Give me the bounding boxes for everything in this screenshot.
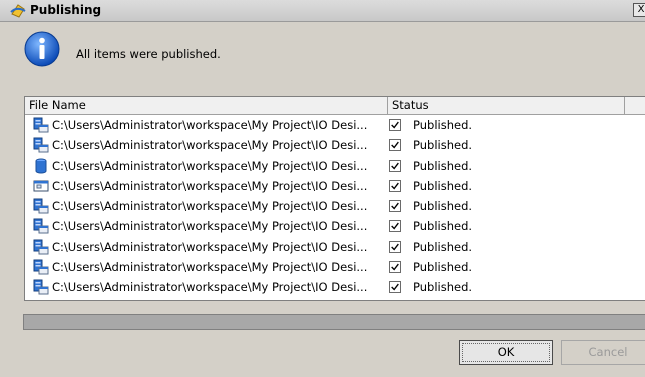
cancel-button: Cancel <box>561 340 645 365</box>
file-name-cell: C:\Users\Administrator\workspace\My Proj… <box>52 178 368 193</box>
published-checkbox <box>389 200 401 213</box>
published-checkbox <box>389 119 401 131</box>
progress-fill <box>24 315 645 329</box>
status-cell: Published. <box>413 219 473 234</box>
file-name-cell: C:\Users\Administrator\workspace\My Proj… <box>52 158 368 173</box>
published-checkbox <box>389 159 401 172</box>
table-row[interactable]: C:\Users\Administrator\workspace\My Proj… <box>25 135 645 155</box>
title-bar: Publishing X <box>0 0 645 22</box>
published-checkbox <box>389 139 401 152</box>
server-component-icon <box>33 279 49 295</box>
file-name-cell: C:\Users\Administrator\workspace\My Proj… <box>52 239 368 254</box>
publishing-dialog: Publishing X All items were published. F… <box>0 0 645 377</box>
published-checkbox <box>389 281 401 294</box>
table-row[interactable]: C:\Users\Administrator\workspace\My Proj… <box>25 115 645 135</box>
published-files-table: File Name Status C:\Users\Administrator\… <box>24 96 645 301</box>
table-row[interactable]: C:\Users\Administrator\workspace\My Proj… <box>25 216 645 236</box>
server-component-icon <box>33 198 49 214</box>
published-checkbox <box>389 179 401 192</box>
column-header-file-name[interactable]: File Name <box>25 97 388 114</box>
table-row[interactable]: C:\Users\Administrator\workspace\My Proj… <box>25 237 645 257</box>
status-cell: Published. <box>413 260 473 275</box>
file-name-cell: C:\Users\Administrator\workspace\My Proj… <box>52 260 368 275</box>
status-cell: Published. <box>413 280 473 295</box>
server-component-icon <box>33 117 49 133</box>
file-name-cell: C:\Users\Administrator\workspace\My Proj… <box>52 219 368 234</box>
table-row[interactable]: C:\Users\Administrator\workspace\My Proj… <box>25 176 645 196</box>
status-cell: Published. <box>413 178 473 193</box>
table-row[interactable]: C:\Users\Administrator\workspace\My Proj… <box>25 156 645 176</box>
published-checkbox <box>389 240 401 253</box>
table-row[interactable]: C:\Users\Administrator\workspace\My Proj… <box>25 277 645 297</box>
publish-progress-bar <box>23 314 645 330</box>
published-checkbox <box>389 220 401 233</box>
column-header-extra[interactable] <box>625 97 645 114</box>
status-cell: Published. <box>413 199 473 214</box>
information-icon <box>24 31 60 67</box>
status-cell: Published. <box>413 118 473 132</box>
file-name-cell: C:\Users\Administrator\workspace\My Proj… <box>52 118 368 132</box>
window-icon <box>33 178 49 194</box>
published-checkbox <box>389 261 401 274</box>
status-cell: Published. <box>413 158 473 173</box>
server-component-icon <box>33 137 49 153</box>
publish-app-icon <box>10 4 26 18</box>
close-button[interactable]: X <box>633 3 645 17</box>
server-component-icon <box>33 239 49 255</box>
server-component-icon <box>33 259 49 275</box>
file-name-cell: C:\Users\Administrator\workspace\My Proj… <box>52 199 368 214</box>
file-name-cell: C:\Users\Administrator\workspace\My Proj… <box>52 138 368 153</box>
database-icon <box>33 158 49 174</box>
status-cell: Published. <box>413 239 473 254</box>
table-body: C:\Users\Administrator\workspace\My Proj… <box>25 115 645 298</box>
table-row[interactable]: C:\Users\Administrator\workspace\My Proj… <box>25 196 645 216</box>
table-row[interactable]: C:\Users\Administrator\workspace\My Proj… <box>25 257 645 277</box>
table-header: File Name Status <box>25 97 645 115</box>
ok-button[interactable]: OK <box>459 340 553 365</box>
status-cell: Published. <box>413 138 473 153</box>
file-name-cell: C:\Users\Administrator\workspace\My Proj… <box>52 280 368 295</box>
server-component-icon <box>33 218 49 234</box>
column-header-status[interactable]: Status <box>388 97 625 114</box>
status-message: All items were published. <box>76 47 221 61</box>
window-title: Publishing <box>30 3 102 17</box>
